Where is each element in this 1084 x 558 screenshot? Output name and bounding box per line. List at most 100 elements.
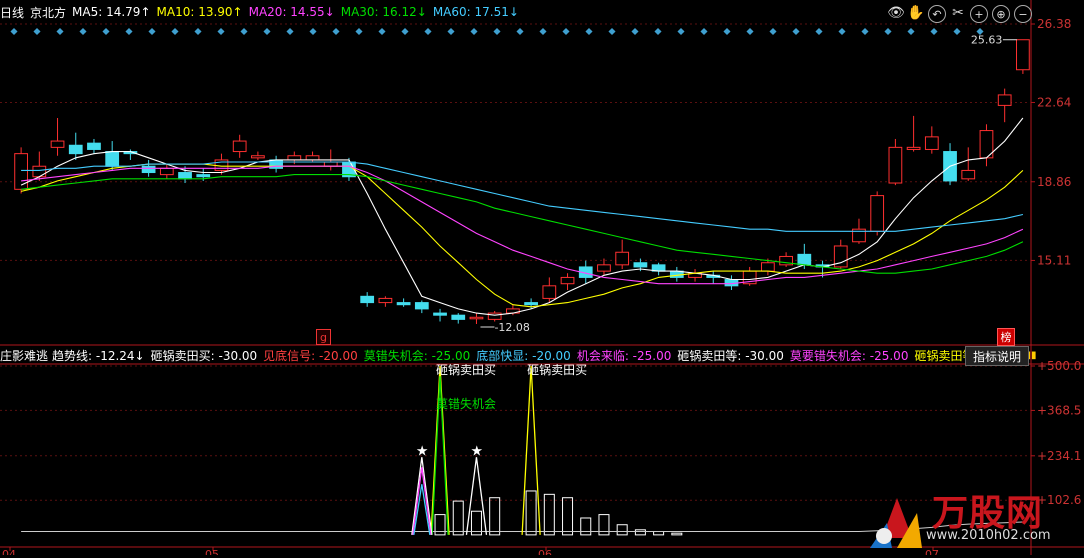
signal-diamond: [953, 27, 961, 36]
signal-diamond: [539, 27, 547, 36]
ma-legend-item: MA20: 14.55↓: [248, 5, 335, 19]
signal-diamond: [608, 27, 616, 36]
candle-body: [487, 312, 502, 320]
candle-body: [761, 262, 775, 272]
signal-diamond: [815, 27, 823, 36]
candle-body: [451, 314, 466, 320]
signal-diamond: [263, 27, 271, 36]
candle-body: [469, 316, 484, 320]
ma-legend-item: MA30: 16.12↓: [340, 5, 427, 19]
candle-body: [1016, 39, 1030, 71]
indicator-bar: [580, 517, 592, 536]
indicator-header: 庄影难逃 趋势线: -12.24↓ 砸锅卖田买: -30.00 见底信号: -20.…: [0, 347, 1041, 363]
back-icon[interactable]: ↶: [928, 5, 946, 23]
candle-body: [924, 136, 939, 150]
indicator-tick-label: +368.5: [1037, 403, 1081, 417]
candle-body: [870, 195, 885, 232]
candle-body: [615, 251, 630, 266]
signal-diamond: [401, 27, 409, 36]
indicator-value-item: 底部快显: -20.00: [476, 348, 571, 363]
candle-body: [414, 302, 429, 310]
rank-badge[interactable]: 榜: [997, 328, 1015, 346]
ma-line-ma10: [20, 163, 1024, 308]
chart-toolbar: 👁 ✋ ↶ ✂ + ⊕ −: [887, 5, 1032, 23]
signal-diamond: [723, 27, 731, 36]
ma-legend: MA5: 14.79↑ MA10: 13.90↑ MA20: 14.55↓ MA30:…: [72, 5, 525, 19]
indicator-explain-button[interactable]: 指标说明: [965, 346, 1029, 366]
candle-body: [360, 295, 375, 304]
high-price-label: 25.63: [971, 34, 1003, 47]
watermark-logo: 万股网 www.2010h02.com: [862, 478, 1084, 555]
signal-diamond: [240, 27, 248, 36]
date-label: 06: [538, 548, 552, 555]
signal-diamond: [631, 27, 639, 36]
signal-diamond: [10, 27, 18, 36]
signal-diamond: [746, 27, 754, 36]
eye-icon[interactable]: 👁: [887, 5, 905, 21]
period-label[interactable]: 日线: [0, 4, 24, 21]
buy-signal-spike: [521, 365, 541, 535]
main-chart-header: 日线 京北方 MA5: 14.79↑ MA10: 13.90↑ MA20: 14.5…: [0, 3, 531, 21]
plus-icon[interactable]: +: [970, 5, 988, 23]
candle-body: [251, 155, 265, 159]
candle-body: [32, 165, 47, 178]
signal-diamond: [148, 27, 156, 36]
price-tick-label: 15.11: [1037, 253, 1071, 267]
candle-body: [14, 153, 28, 190]
signal-diamond: [585, 27, 593, 36]
candle-body: [232, 140, 247, 153]
indicator-value-item: 见底信号: -20.00: [263, 348, 358, 363]
indicator-name[interactable]: 庄影难逃: [0, 347, 48, 364]
candle-body: [178, 172, 192, 180]
indicator-bar: [489, 497, 501, 536]
signal-diamond: [769, 27, 777, 36]
date-label: 04: [2, 548, 16, 555]
indicator-values: 趋势线: -12.24↓ 砸锅卖田买: -30.00 见底信号: -20.00 莫错失…: [52, 347, 1008, 364]
price-tick-label: 26.38: [1037, 17, 1071, 31]
candle-body: [560, 276, 575, 285]
hand-icon[interactable]: ✋: [907, 5, 924, 21]
candle-body: [542, 285, 557, 299]
signal-annotation: 砸锅卖田买: [436, 362, 496, 377]
date-label: 05: [205, 548, 219, 555]
signal-diamond: [884, 27, 892, 36]
indicator-value-item: 莫要错失机会: -25.00: [789, 348, 909, 363]
signal-diamond: [447, 27, 455, 36]
signal-diamond: [286, 27, 294, 36]
signal-diamond: [562, 27, 570, 36]
star-icon: ★: [470, 443, 483, 459]
indicator-bar: [671, 532, 683, 536]
signal-diamond: [309, 27, 317, 36]
candle-body: [68, 144, 83, 155]
signal-diamond: [424, 27, 432, 36]
signal-diamond: [493, 27, 501, 36]
indicator-tick-label: +234.1: [1037, 449, 1081, 463]
signal-diamond: [654, 27, 662, 36]
candle-body: [906, 146, 921, 150]
price-tick-label: 18.86: [1037, 175, 1071, 189]
candle-body: [396, 302, 411, 306]
indicator-value-item: 机会来临: -25.00: [576, 348, 672, 363]
zoom-in-icon[interactable]: ⊕: [992, 5, 1010, 23]
candle-body: [50, 140, 65, 148]
bottom-signal-spike: [465, 457, 488, 535]
candle-body: [797, 253, 812, 266]
logo-mark-icon: [870, 498, 922, 548]
signal-diamond: [378, 27, 386, 36]
indicator-value-item: 趋势线: -12.24↓: [52, 348, 145, 363]
signal-diamond: [33, 27, 41, 36]
ma-legend-item: MA10: 13.90↑: [156, 5, 243, 19]
signal-diamond: [861, 27, 869, 36]
g-badge[interactable]: g: [316, 329, 331, 345]
candle-body: [287, 155, 302, 161]
indicator-value-item: 莫错失机会: -25.00: [363, 348, 471, 363]
signal-diamond: [907, 27, 915, 36]
candle-body: [196, 174, 211, 178]
chart-canvas[interactable]: 26.38 22.64 18.86 15.11 25.63 -12.08 +500.0 +36…: [0, 0, 1084, 555]
price-tick-label: 22.64: [1037, 95, 1071, 109]
signal-diamond: [102, 27, 110, 36]
scissors-icon[interactable]: ✂: [950, 5, 966, 21]
signal-diamond: [700, 27, 708, 36]
signal-diamond: [332, 27, 340, 36]
zoom-out-icon[interactable]: −: [1014, 5, 1032, 23]
